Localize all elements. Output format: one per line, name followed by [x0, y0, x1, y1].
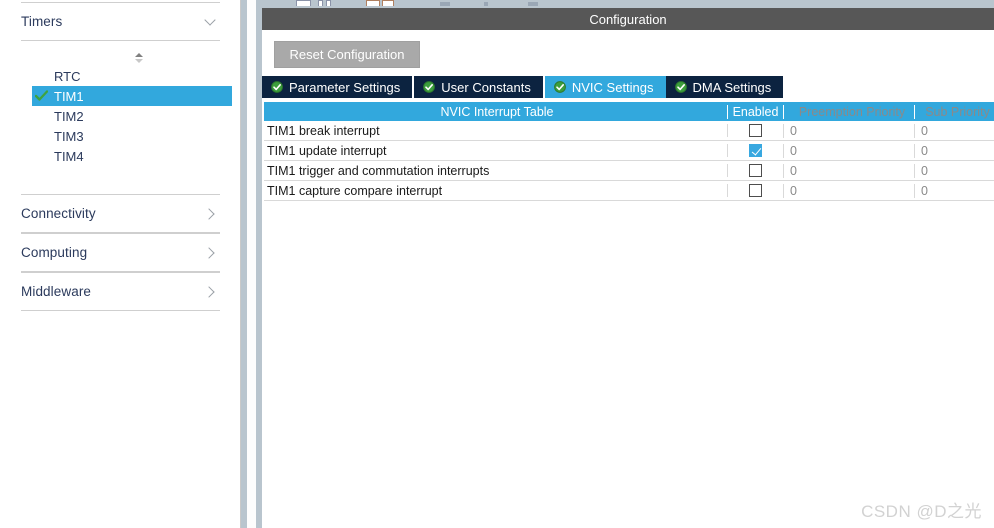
configuration-title-bar: Configuration	[262, 8, 994, 30]
peripheral-label: TIM4	[54, 148, 84, 164]
tab-user-constants[interactable]: User Constants	[414, 76, 543, 98]
column-header-enabled: Enabled	[727, 104, 783, 119]
toolbar-icon-8	[528, 2, 538, 6]
timers-peripheral-list: RTC TIM1 TIM2 TIM3 TIM4	[32, 53, 232, 166]
sidebar-section-label: Middleware	[21, 284, 92, 299]
table-row[interactable]: TIM1 trigger and commutation interrupts …	[264, 161, 994, 181]
table-row[interactable]: TIM1 break interrupt 0 0	[264, 121, 994, 141]
chevron-right-icon	[204, 207, 218, 221]
enabled-checkbox[interactable]	[749, 144, 762, 157]
toolbar-icon-3	[326, 0, 331, 6]
sidebar-section-label: Connectivity	[21, 206, 96, 221]
sidebar-item-tim3[interactable]: TIM3	[32, 126, 232, 146]
table-header-row: NVIC Interrupt Table Enabled Preemption …	[264, 102, 994, 121]
toolbar-icon-1	[296, 0, 311, 6]
peripheral-label: TIM3	[54, 128, 84, 144]
toolbar-clipped-strip	[262, 0, 994, 8]
sidebar-section-middleware[interactable]: Middleware	[21, 272, 220, 311]
green-check-icon	[674, 81, 687, 93]
settings-tab-bar: Parameter Settings User Constants NVIC S…	[262, 76, 784, 98]
green-check-icon	[553, 81, 566, 93]
column-header-sub-priority: Sub Priority	[914, 104, 994, 119]
sidebar-section-computing[interactable]: Computing	[21, 233, 220, 272]
sidebar-item-tim2[interactable]: TIM2	[32, 106, 232, 126]
table-row[interactable]: TIM1 capture compare interrupt 0 0	[264, 181, 994, 201]
enabled-checkbox[interactable]	[749, 184, 762, 197]
preemption-priority-value[interactable]: 0	[783, 123, 914, 138]
chevron-right-icon	[204, 285, 218, 299]
preemption-priority-value[interactable]: 0	[783, 143, 914, 158]
sidebar-item-rtc[interactable]: RTC	[32, 66, 232, 86]
green-check-icon	[271, 81, 283, 93]
enabled-cell[interactable]	[727, 164, 783, 177]
enabled-cell[interactable]	[727, 124, 783, 137]
sub-priority-value[interactable]: 0	[914, 123, 994, 138]
panel-divider-highlight	[247, 0, 256, 528]
preemption-priority-value[interactable]: 0	[783, 163, 914, 178]
tab-dma-settings[interactable]: DMA Settings	[665, 76, 784, 98]
sidebar-section-connectivity[interactable]: Connectivity	[21, 194, 220, 233]
table-row[interactable]: TIM1 update interrupt 0 0	[264, 141, 994, 161]
configuration-panel: Configuration Reset Configuration Parame…	[262, 0, 994, 528]
preemption-priority-value[interactable]: 0	[783, 183, 914, 198]
enabled-cell[interactable]	[727, 144, 783, 157]
toolbar-icon-6	[440, 2, 450, 6]
green-check-icon	[34, 90, 49, 102]
sidebar-item-tim1[interactable]: TIM1	[32, 86, 232, 106]
toolbar-icon-7	[484, 2, 488, 6]
chevron-down-icon	[204, 15, 218, 29]
peripheral-sidebar: Timers RTC TIM1 TIM2 TIM3 TIM4 Connectiv…	[0, 0, 241, 528]
tab-label: NVIC Settings	[571, 79, 654, 95]
enabled-checkbox[interactable]	[749, 164, 762, 177]
reset-configuration-label: Reset Configuration	[289, 47, 405, 62]
interrupt-name: TIM1 update interrupt	[267, 143, 387, 158]
tab-label: Parameter Settings	[289, 79, 401, 95]
sidebar-section-label: Timers	[21, 14, 63, 29]
reset-configuration-button[interactable]: Reset Configuration	[274, 41, 420, 68]
toolbar-icon-5	[382, 0, 394, 6]
sidebar-item-tim4[interactable]: TIM4	[32, 146, 232, 166]
enabled-checkbox[interactable]	[749, 124, 762, 137]
tab-label: User Constants	[441, 79, 531, 95]
toolbar-icon-2	[318, 0, 323, 6]
sidebar-section-label: Computing	[21, 245, 88, 260]
scroll-up-indicator-icon[interactable]	[131, 51, 147, 63]
nvic-interrupt-table: NVIC Interrupt Table Enabled Preemption …	[264, 102, 994, 201]
tab-nvic-settings[interactable]: NVIC Settings	[544, 76, 666, 98]
watermark: CSDN @D之光	[861, 502, 982, 521]
sidebar-section-timers[interactable]: Timers	[21, 2, 220, 41]
toolbar-icon-4	[366, 0, 380, 6]
sub-priority-value[interactable]: 0	[914, 163, 994, 178]
column-header-preemption-priority: Preemption Priority	[783, 104, 914, 119]
peripheral-label: RTC	[54, 68, 81, 84]
tab-parameter-settings[interactable]: Parameter Settings	[262, 76, 413, 98]
cubemx-configuration-screen: Timers RTC TIM1 TIM2 TIM3 TIM4 Connectiv…	[0, 0, 994, 528]
column-header-interrupt-table: NVIC Interrupt Table	[440, 104, 554, 119]
interrupt-name: TIM1 break interrupt	[267, 123, 380, 138]
sub-priority-value[interactable]: 0	[914, 183, 994, 198]
chevron-right-icon	[204, 246, 218, 260]
interrupt-name: TIM1 trigger and commutation interrupts	[267, 163, 490, 178]
peripheral-label: TIM2	[54, 108, 84, 124]
peripheral-label: TIM1	[54, 88, 84, 104]
interrupt-name: TIM1 capture compare interrupt	[267, 183, 443, 198]
page-title: Configuration	[589, 11, 667, 27]
green-check-icon	[423, 81, 436, 93]
tab-label: DMA Settings	[692, 79, 772, 95]
enabled-cell[interactable]	[727, 184, 783, 197]
sub-priority-value[interactable]: 0	[914, 143, 994, 158]
